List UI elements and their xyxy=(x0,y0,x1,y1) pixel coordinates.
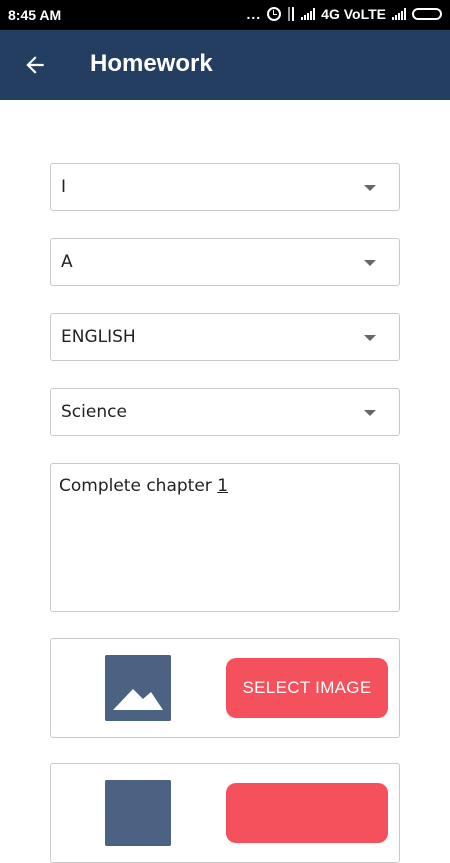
section-dropdown-value: A xyxy=(61,252,73,272)
signal-icon-2 xyxy=(392,8,406,20)
description-prefix: Complete chapter xyxy=(59,476,218,496)
image-picker-card-2 xyxy=(50,763,400,863)
chevron-down-icon xyxy=(364,410,376,416)
notification-dots-icon: ... xyxy=(246,6,262,22)
chevron-down-icon xyxy=(364,335,376,341)
battery-icon xyxy=(412,8,442,20)
select-image-button[interactable]: SELECT IMAGE xyxy=(226,658,388,718)
select-image-button-2[interactable] xyxy=(226,783,388,843)
chevron-down-icon xyxy=(364,260,376,266)
back-arrow-icon[interactable] xyxy=(22,52,48,78)
image-placeholder-icon xyxy=(105,780,171,846)
chevron-down-icon xyxy=(364,185,376,191)
alarm-icon xyxy=(267,7,282,21)
subject-dropdown-value: ENGLISH xyxy=(61,327,136,347)
topic-dropdown[interactable]: Science xyxy=(50,388,400,436)
status-icons: ... 4G VoLTE xyxy=(246,6,442,22)
class-dropdown-value: I xyxy=(61,177,67,197)
topic-dropdown-value: Science xyxy=(61,402,127,422)
description-suffix: 1 xyxy=(217,476,229,496)
network-label: 4G VoLTE xyxy=(321,6,386,22)
subject-dropdown[interactable]: ENGLISH xyxy=(50,313,400,361)
section-dropdown[interactable]: A xyxy=(50,238,400,286)
class-dropdown[interactable]: I xyxy=(50,163,400,211)
page-title: Homework xyxy=(90,50,213,77)
status-bar: 8:45 AM ... 4G VoLTE xyxy=(0,0,450,30)
signal-icon xyxy=(301,8,316,20)
app-bar: Homework xyxy=(0,30,450,100)
homework-description-text: Complete chapter 1 xyxy=(59,476,228,496)
homework-description-input[interactable]: Complete chapter 1 xyxy=(50,463,400,612)
image-picker-card: SELECT IMAGE xyxy=(50,638,400,738)
image-placeholder-icon xyxy=(105,655,171,721)
status-time: 8:45 AM xyxy=(8,7,62,23)
data-transfer-icon xyxy=(287,7,295,21)
